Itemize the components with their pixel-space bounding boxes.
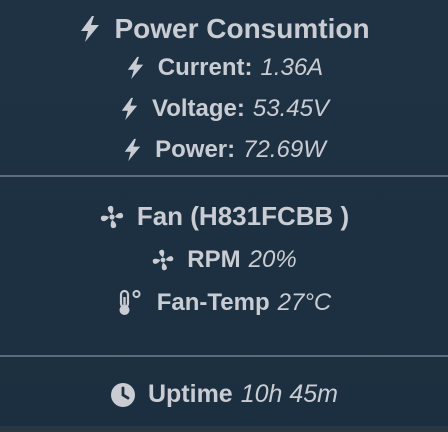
voltage-value: 53.45V — [252, 94, 329, 122]
rpm-label: RPM — [187, 245, 241, 273]
fan-temp-value: 27°C — [277, 288, 332, 316]
clock-icon — [110, 382, 136, 408]
uptime-section: Uptime 10h 45m — [0, 357, 448, 416]
rpm-row: RPM 20% — [151, 238, 297, 281]
power-title-row: Power Consumtion — [78, 10, 370, 48]
rpm-value: 20% — [248, 245, 297, 273]
power-row: Power: 72.69W — [122, 129, 326, 170]
bolt-icon — [78, 15, 102, 43]
fan-section: Fan (H831FCBB ) RPM 20% Fan-Temp 27°C — [0, 177, 448, 335]
uptime-row: Uptime 10h 45m — [110, 373, 338, 416]
uptime-value: 10h 45m — [240, 380, 339, 408]
power-label: Power: — [155, 135, 236, 163]
power-value: 72.69W — [243, 135, 326, 163]
fan-title: Fan (H831FCBB ) — [136, 201, 350, 231]
bolt-icon — [125, 56, 146, 80]
bolt-icon — [122, 138, 143, 162]
uptime-label: Uptime — [147, 380, 233, 408]
power-title: Power Consumtion — [114, 12, 370, 44]
power-section: Power Consumtion Current: 1.36A Voltage:… — [0, 0, 448, 170]
fan-title-row: Fan (H831FCBB ) — [99, 195, 349, 238]
current-label: Current: — [157, 54, 253, 82]
current-value: 1.36A — [260, 54, 324, 82]
bottom-strip — [0, 426, 448, 432]
bolt-icon — [119, 97, 140, 121]
current-row: Current: 1.36A — [125, 48, 323, 89]
fan-icon — [151, 248, 175, 272]
fan-temp-row: Fan-Temp 27°C — [117, 281, 332, 324]
voltage-row: Voltage: 53.45V — [119, 89, 329, 130]
fan-temp-label: Fan-Temp — [156, 288, 270, 316]
status-panel: Power Consumtion Current: 1.36A Voltage:… — [0, 0, 448, 432]
voltage-label: Voltage: — [152, 94, 245, 122]
thermometer-icon — [117, 289, 143, 317]
fan-icon — [99, 204, 125, 230]
